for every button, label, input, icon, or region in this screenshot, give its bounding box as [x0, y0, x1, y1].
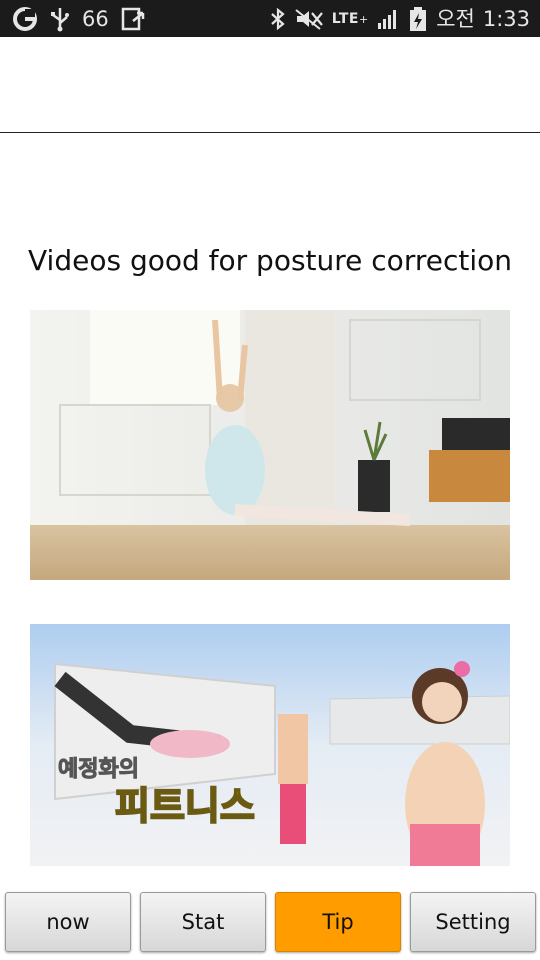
download-complete-icon: [121, 6, 147, 32]
status-bar: 66 LTE + 오전 1:33: [0, 0, 540, 37]
video-thumbnail-ballet[interactable]: [30, 310, 510, 580]
battery-charging-icon: [408, 6, 428, 32]
status-bar-right: LTE + 오전 1:33: [270, 6, 530, 32]
ballet-stretch-thumbnail-icon: [30, 310, 510, 580]
lte-indicator: LTE +: [331, 11, 369, 27]
bluetooth-icon: [270, 6, 286, 32]
usb-icon: [50, 6, 70, 32]
video-thumbnail-fitness[interactable]: 예정화의 피트니스: [30, 624, 510, 866]
battery-percent-text: 66: [82, 7, 109, 31]
time-period-text: 오전: [436, 7, 475, 31]
bottom-tab-bar: now Stat Tip Setting: [0, 888, 540, 960]
page-title: Videos good for posture correction: [28, 244, 512, 277]
fitness-show-thumbnail-icon: 예정화의 피트니스: [30, 624, 510, 866]
status-bar-left: 66: [12, 6, 147, 32]
show-caption-line2: 피트니스: [115, 784, 255, 828]
header-area: [0, 37, 540, 133]
app-notification-icon: [12, 6, 38, 32]
header-divider: [0, 132, 540, 133]
tab-now[interactable]: now: [5, 892, 131, 952]
tab-stat[interactable]: Stat: [140, 892, 266, 952]
show-caption-line1: 예정화의: [58, 757, 139, 782]
tab-setting[interactable]: Setting: [410, 892, 536, 952]
signal-strength-icon: [376, 6, 400, 32]
clock-text: 1:33: [482, 7, 530, 31]
silent-mode-icon: [294, 6, 324, 32]
tab-tip[interactable]: Tip: [275, 892, 401, 952]
